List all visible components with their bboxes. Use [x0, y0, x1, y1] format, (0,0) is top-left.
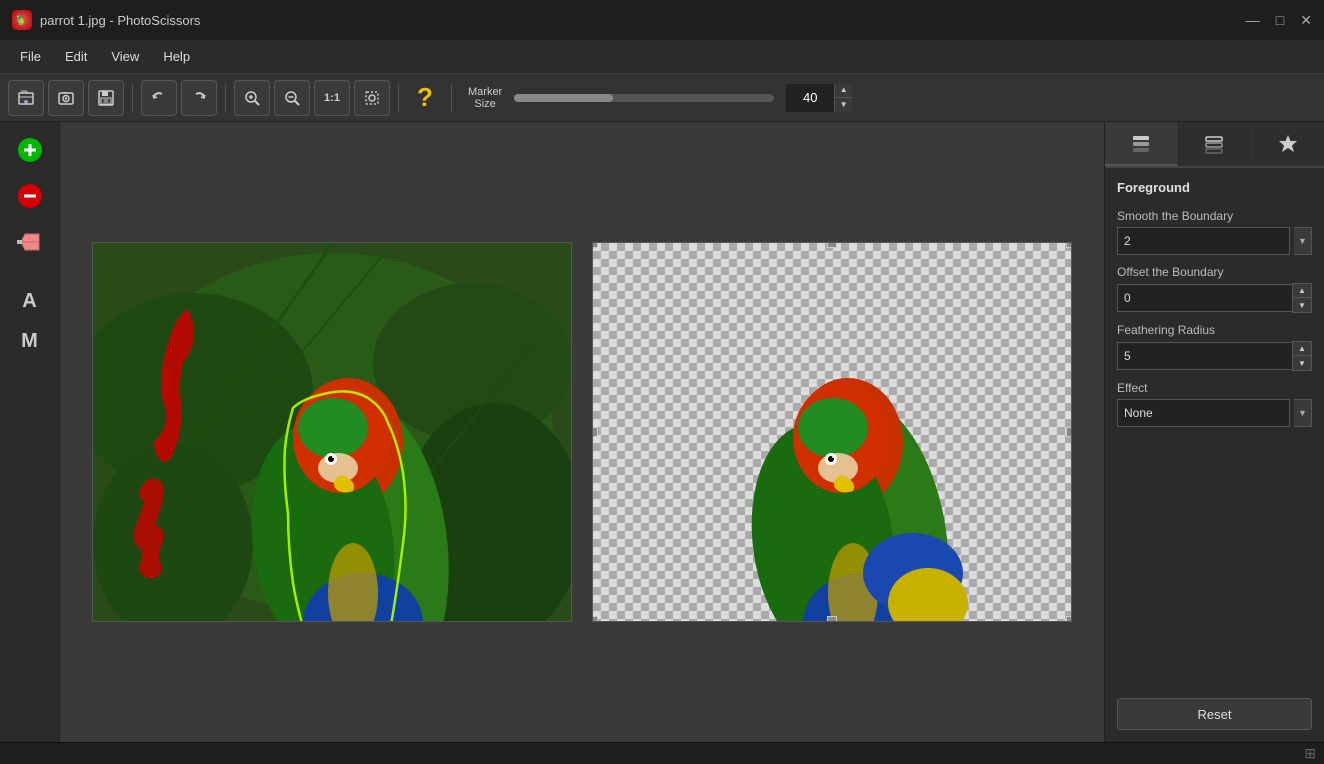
resize-handle-left[interactable] [592, 427, 598, 437]
resize-handle-bl[interactable] [592, 616, 598, 622]
resize-handle-right[interactable] [1066, 427, 1072, 437]
status-bar: ⊞ [0, 742, 1324, 764]
offset-boundary-section: Offset the Boundary ▲ ▼ [1117, 265, 1312, 313]
help-button[interactable]: ? [407, 80, 443, 116]
menu-help[interactable]: Help [151, 45, 202, 68]
resize-handle-tl[interactable] [592, 242, 598, 248]
tab-effects[interactable] [1252, 122, 1324, 166]
effect-control: None Blur Sharpen ▼ [1117, 399, 1312, 427]
effect-arrow: ▼ [1294, 399, 1312, 427]
effect-label: Effect [1117, 381, 1312, 395]
feathering-radius-label: Feathering Radius [1117, 323, 1312, 337]
zoom-in-button[interactable] [234, 80, 270, 116]
zoom-fit-button[interactable] [354, 80, 390, 116]
add-foreground-tool[interactable] [10, 130, 50, 170]
feathering-radius-control: ▲ ▼ [1117, 341, 1312, 371]
undo-button[interactable] [141, 80, 177, 116]
text-tool-m[interactable]: M [10, 324, 50, 358]
panel-body: Foreground Smooth the Boundary 2 0 1 3 4… [1105, 168, 1324, 439]
minimize-button[interactable]: — [1246, 12, 1260, 29]
marker-size-spinbox: 40 ▲ ▼ [786, 84, 852, 112]
original-image-svg [93, 243, 572, 622]
resize-handle-br[interactable] [1066, 616, 1072, 622]
status-corner-icon: ⊞ [1304, 745, 1316, 762]
effect-select[interactable]: None Blur Sharpen [1117, 399, 1290, 427]
offset-boundary-input[interactable] [1117, 284, 1292, 312]
resize-handle-tr[interactable] [1066, 242, 1072, 248]
feathering-radius-section: Feathering Radius ▲ ▼ [1117, 323, 1312, 371]
marker-size-up[interactable]: ▲ [834, 84, 852, 98]
right-panel: Foreground Smooth the Boundary 2 0 1 3 4… [1104, 122, 1324, 742]
toolbar: 1:1 ? Marker Size 40 ▲ ▼ [0, 74, 1324, 122]
tab-background[interactable] [1178, 122, 1251, 166]
sep1 [132, 84, 133, 112]
smooth-boundary-section: Smooth the Boundary 2 0 1 3 4 5 ▼ [1117, 209, 1312, 255]
offset-up[interactable]: ▲ [1293, 284, 1311, 298]
sep2 [225, 84, 226, 112]
result-image-panel[interactable] [592, 242, 1072, 622]
feathering-down[interactable]: ▼ [1293, 356, 1311, 370]
effect-section: Effect None Blur Sharpen ▼ [1117, 381, 1312, 427]
smooth-boundary-label: Smooth the Boundary [1117, 209, 1312, 223]
menu-file[interactable]: File [8, 45, 53, 68]
save-button[interactable] [88, 80, 124, 116]
tab-layers[interactable] [1105, 122, 1178, 166]
close-button[interactable]: ✕ [1300, 12, 1312, 29]
zoom-1to1-button[interactable]: 1:1 [314, 80, 350, 116]
layers-icon [1130, 132, 1152, 154]
redo-button[interactable] [181, 80, 217, 116]
offset-boundary-label: Offset the Boundary [1117, 265, 1312, 279]
menu-view[interactable]: View [99, 45, 151, 68]
offset-boundary-spinbtns: ▲ ▼ [1292, 283, 1312, 313]
resize-handle-bottom[interactable] [827, 616, 837, 622]
open-button[interactable] [8, 80, 44, 116]
marker-size-slider-fill [514, 94, 613, 102]
original-image-panel[interactable] [92, 242, 572, 622]
star-icon [1277, 133, 1299, 155]
marker-size-display[interactable]: 40 [786, 84, 834, 112]
foreground-section-label: Foreground [1117, 180, 1312, 195]
feathering-radius-spinbtns: ▲ ▼ [1292, 341, 1312, 371]
titlebar: 🦜 parrot 1.jpg - PhotoScissors — □ ✕ [0, 0, 1324, 40]
window-controls: — □ ✕ [1246, 12, 1312, 29]
sep3 [398, 84, 399, 112]
offset-boundary-control: ▲ ▼ [1117, 283, 1312, 313]
feathering-radius-input[interactable] [1117, 342, 1292, 370]
smooth-boundary-control: 2 0 1 3 4 5 ▼ [1117, 227, 1312, 255]
canvas-view [60, 122, 1104, 742]
panel-tabs [1105, 122, 1324, 168]
app-icon: 🦜 [12, 10, 32, 30]
left-tools-panel: A M [0, 122, 60, 742]
menu-edit[interactable]: Edit [53, 45, 99, 68]
zoom-1to1-label: 1:1 [324, 92, 340, 104]
maximize-button[interactable]: □ [1276, 12, 1284, 29]
remove-background-tool[interactable] [10, 176, 50, 216]
layers-outline-icon [1203, 133, 1225, 155]
marker-size-down[interactable]: ▼ [834, 98, 852, 112]
eraser-tool[interactable] [10, 222, 50, 262]
zoom-out-button[interactable] [274, 80, 310, 116]
feathering-up[interactable]: ▲ [1293, 342, 1311, 356]
sep4 [451, 84, 452, 112]
panel-spacer [1105, 439, 1324, 698]
result-image-svg [593, 243, 1072, 622]
resize-handle-top[interactable] [827, 242, 837, 248]
text-tool-a[interactable]: A [10, 284, 50, 318]
canvas-area[interactable] [60, 122, 1104, 742]
marker-size-label: Marker Size [468, 86, 502, 110]
offset-down[interactable]: ▼ [1293, 298, 1311, 312]
screenshot-button[interactable] [48, 80, 84, 116]
main-area: A M [0, 122, 1324, 742]
help-icon: ? [417, 82, 433, 113]
marker-size-slider-track[interactable] [514, 94, 774, 102]
title-text: parrot 1.jpg - PhotoScissors [40, 13, 1238, 28]
menubar: File Edit View Help [0, 40, 1324, 74]
marker-size-spin-buttons: ▲ ▼ [834, 84, 852, 112]
reset-button[interactable]: Reset [1117, 698, 1312, 730]
smooth-boundary-select[interactable]: 2 0 1 3 4 5 [1117, 227, 1290, 255]
smooth-boundary-arrow: ▼ [1294, 227, 1312, 255]
